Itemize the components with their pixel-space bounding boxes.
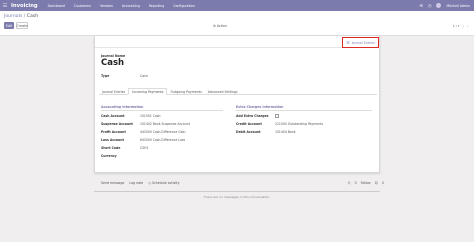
type-value: Cash [140,74,148,78]
breadcrumb-journals[interactable]: Journals [4,14,22,19]
credit-account-label: Credit Account [236,122,262,126]
control-panel: Journals / Cash [0,11,474,36]
top-navbar: ☷ Invoicing Dashboard Customers Vendors … [0,0,474,11]
chevron-right-icon[interactable]: › [467,24,468,28]
short-code-label: Short Code [101,146,121,150]
add-extra-charges-label: Add Extra Charges [236,114,269,118]
cash-account-label: Cash Account [101,114,125,118]
navbar-systray: ✉ ◷ Mitchell Admin [420,0,470,11]
create-button[interactable]: Create [16,22,28,29]
extra-charges-title: Extra Charges information [236,105,372,111]
breadcrumb: Journals / Cash [4,14,38,19]
menu-item-vendors[interactable]: Vendors [100,4,113,8]
add-extra-charges-checkbox[interactable] [275,114,279,118]
debit-account-label: Debit Account [236,130,261,134]
action-dropdown[interactable]: ⚙ Action [213,24,227,28]
list-icon: ☰ [346,40,350,45]
profit-account-label: Profit Account [101,130,126,134]
tab-outgoing-payments[interactable]: Outgoing Payments [167,88,204,95]
tab-advanced-settings[interactable]: Advanced Settings [205,88,241,95]
journal-name-value: Cash [101,58,125,68]
debit-account-value: 101404 Bank [275,130,296,134]
credit-account-value: 211000 Outstanding Payments [275,122,323,126]
suspense-account-value: 101402 Bank Suspense Account [140,122,190,126]
journal-entries-label: Journal Entries [351,40,375,45]
user-name[interactable]: Mitchell Admin [446,4,470,8]
follow-button[interactable]: Follow [361,181,371,185]
menu-item-reporting[interactable]: Reporting [149,4,165,8]
menu-item-accounting[interactable]: Accounting [122,4,140,8]
chatter-empty-message: There are no messages in this conversati… [203,195,271,199]
journal-entries-button[interactable]: ☰ Journal Entries [342,37,379,48]
chevron-left-icon[interactable]: ‹ [463,24,464,28]
attachment-count: 0 [354,181,357,185]
type-label: Type [101,74,110,78]
chat-icon[interactable]: ✉ [420,3,423,8]
accounting-information-title: Accounting Information [101,105,223,111]
schedule-activity-label: Schedule activity [152,181,180,185]
person-icon[interactable]: ☺ [375,181,378,185]
attachment-icon[interactable]: ⎘ [348,181,351,185]
app-name[interactable]: Invoicing [11,3,38,9]
short-code-value: CSH1 [140,146,149,150]
followers-count: 0 [381,181,384,185]
action-label: Action [216,24,227,28]
main-menu: Dashboard Customers Vendors Accounting R… [48,4,195,8]
form-tabs: Journal Entries Incoming Payments Outgoi… [99,88,377,95]
apps-menu-icon[interactable]: ☷ [1,3,9,9]
gear-icon: ⚙ [213,24,216,28]
chatter-actions: Send message Log note ◷ Schedule activit… [101,181,180,185]
currency-label: Currency [101,154,117,158]
clock-icon: ◷ [148,181,152,185]
chatter-divider [94,191,380,192]
tab-journal-entries[interactable]: Journal Entries [99,88,128,95]
breadcrumb-current: Cash [26,14,39,19]
clock-icon[interactable]: ◷ [428,3,432,8]
loss-account-value: 642000 Cash Difference Loss [140,138,186,142]
menu-item-dashboard[interactable]: Dashboard [48,4,65,8]
menu-item-configuration[interactable]: Configuration [173,4,195,8]
smart-button-box: ☰ Journal Entries [95,36,381,48]
form-sheet: ☰ Journal Entries Journal Name Cash Type… [94,35,381,173]
cash-account-value: 101501 Cash [140,114,161,118]
tab-incoming-payments[interactable]: Incoming Payments [128,88,168,95]
breadcrumb-separator: / [23,14,26,19]
edit-button[interactable]: Edit [4,22,14,29]
loss-account-label: Loss Account [101,138,124,142]
suspense-account-label: Suspense Account [101,122,133,126]
chatter-followers: ⎘ 0 Follow ☺ 0 [348,181,384,185]
menu-item-customers[interactable]: Customers [74,4,91,8]
avatar[interactable] [436,3,442,8]
log-note-button[interactable]: Log note [129,181,143,185]
pager-value[interactable]: 1 / 7 [453,24,460,28]
schedule-activity-button[interactable]: ◷ Schedule activity [148,181,179,185]
pager: 1 / 7 ‹ › [453,24,468,28]
profit-account-value: 442000 Cash Difference Gain [140,130,186,134]
send-message-button[interactable]: Send message [101,181,124,185]
